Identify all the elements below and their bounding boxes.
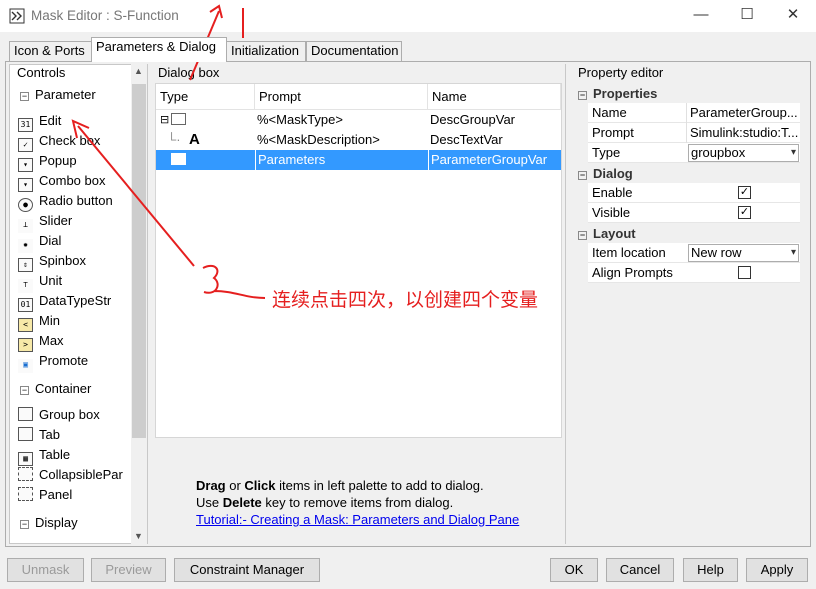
annotation-arrow-to-edit	[77, 125, 195, 267]
tab-parameters-dialog[interactable]: Parameters & Dialog	[91, 37, 227, 62]
annotation-text: 连续点击四次，以创建四个变量	[272, 290, 539, 311]
annotation-bracket	[202, 264, 266, 299]
